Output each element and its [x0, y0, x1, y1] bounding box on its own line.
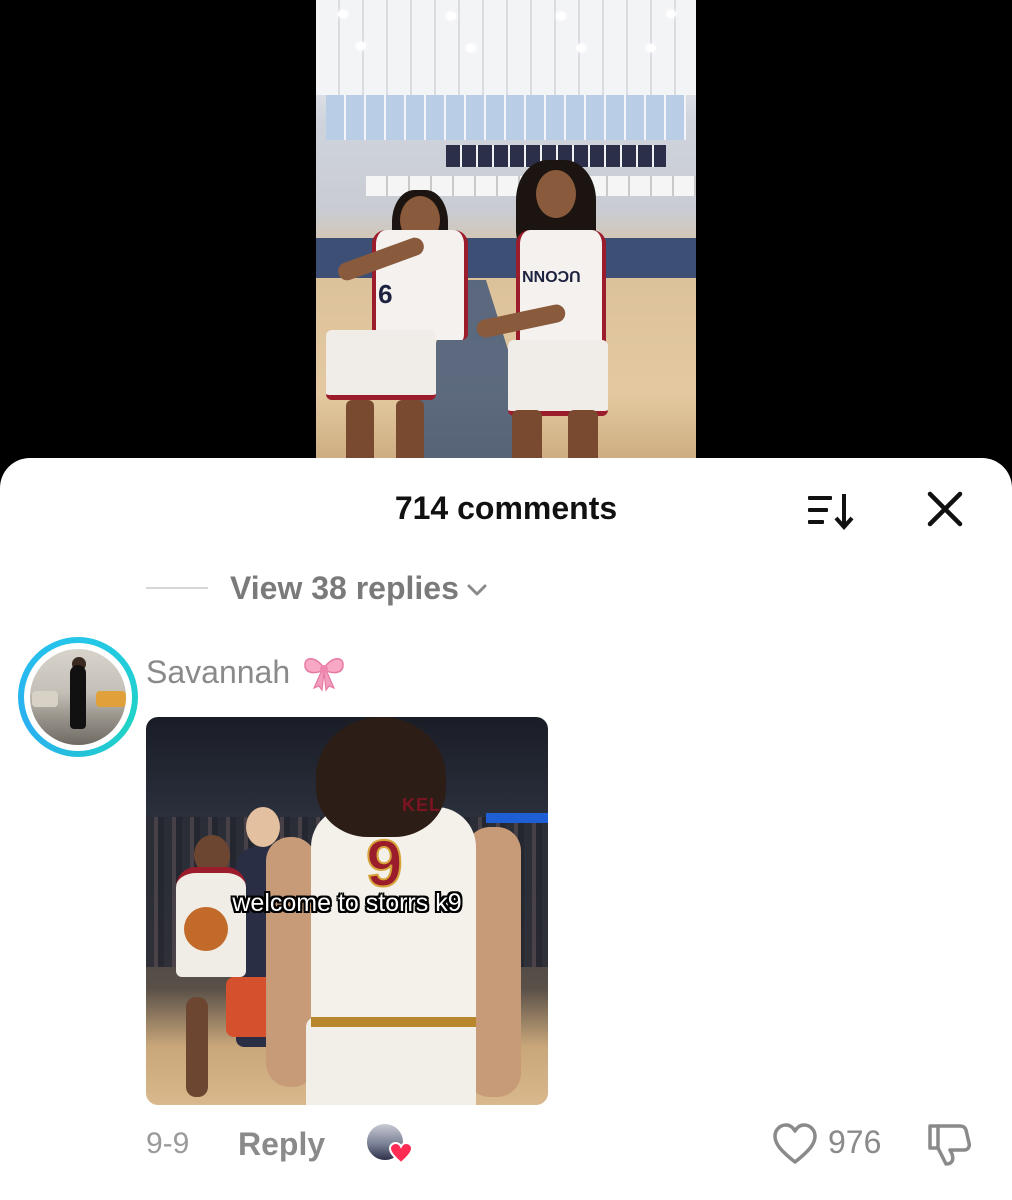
pink-bow-icon	[304, 658, 344, 692]
chevron-down-icon	[467, 584, 487, 596]
close-icon[interactable]	[924, 488, 966, 530]
comments-count-title: 714 comments	[394, 490, 618, 526]
ceiling-light	[338, 10, 348, 18]
creator-liked-badge	[365, 1122, 414, 1166]
video-frame[interactable]: 9 UCONN	[316, 0, 696, 470]
heart-outline-icon[interactable]	[772, 1122, 818, 1166]
reply-button[interactable]: Reply	[238, 1126, 325, 1163]
view-replies-button[interactable]: View 38 replies	[146, 566, 489, 610]
thumbs-down-icon[interactable]	[926, 1120, 972, 1168]
like-count: 976	[828, 1124, 882, 1160]
ceiling-light	[356, 42, 366, 50]
creator-liked-heart-icon	[389, 1142, 414, 1164]
comment-meta-row: 9-9 Reply	[146, 1120, 414, 1168]
player-leg	[186, 997, 208, 1097]
ceiling-light	[466, 44, 476, 52]
ceiling-light	[576, 44, 586, 52]
ceiling-light	[446, 12, 456, 20]
media-caption: welcome to storrs k9	[232, 889, 462, 917]
video-player[interactable]: 9 UCONN	[0, 0, 1012, 470]
view-replies-label: View 38 replies	[230, 569, 459, 606]
gym-ceiling	[316, 0, 696, 95]
car-shape	[32, 691, 58, 707]
sort-descending-icon[interactable]	[806, 490, 856, 532]
jersey-name: KEL	[402, 795, 441, 815]
ceiling-light	[646, 44, 656, 52]
person-silhouette	[70, 665, 86, 729]
comment-media-image[interactable]: KEL 9 welcome to storrs k9	[146, 717, 548, 1105]
jersey-number: 9	[378, 279, 393, 309]
commenter-username[interactable]: Savannah	[146, 652, 346, 692]
car-shape	[96, 691, 126, 707]
username-text: Savannah	[146, 653, 291, 690]
replies-divider	[146, 587, 208, 589]
ceiling-light	[666, 10, 676, 18]
gym-windows	[326, 95, 686, 140]
comment-date: 9-9	[146, 1127, 190, 1160]
commenter-avatar[interactable]	[18, 637, 138, 757]
avatar-photo	[30, 649, 126, 745]
jersey-text: UCONN	[522, 267, 581, 284]
ceiling-light	[556, 12, 566, 20]
arena-scoreboard	[486, 813, 548, 823]
